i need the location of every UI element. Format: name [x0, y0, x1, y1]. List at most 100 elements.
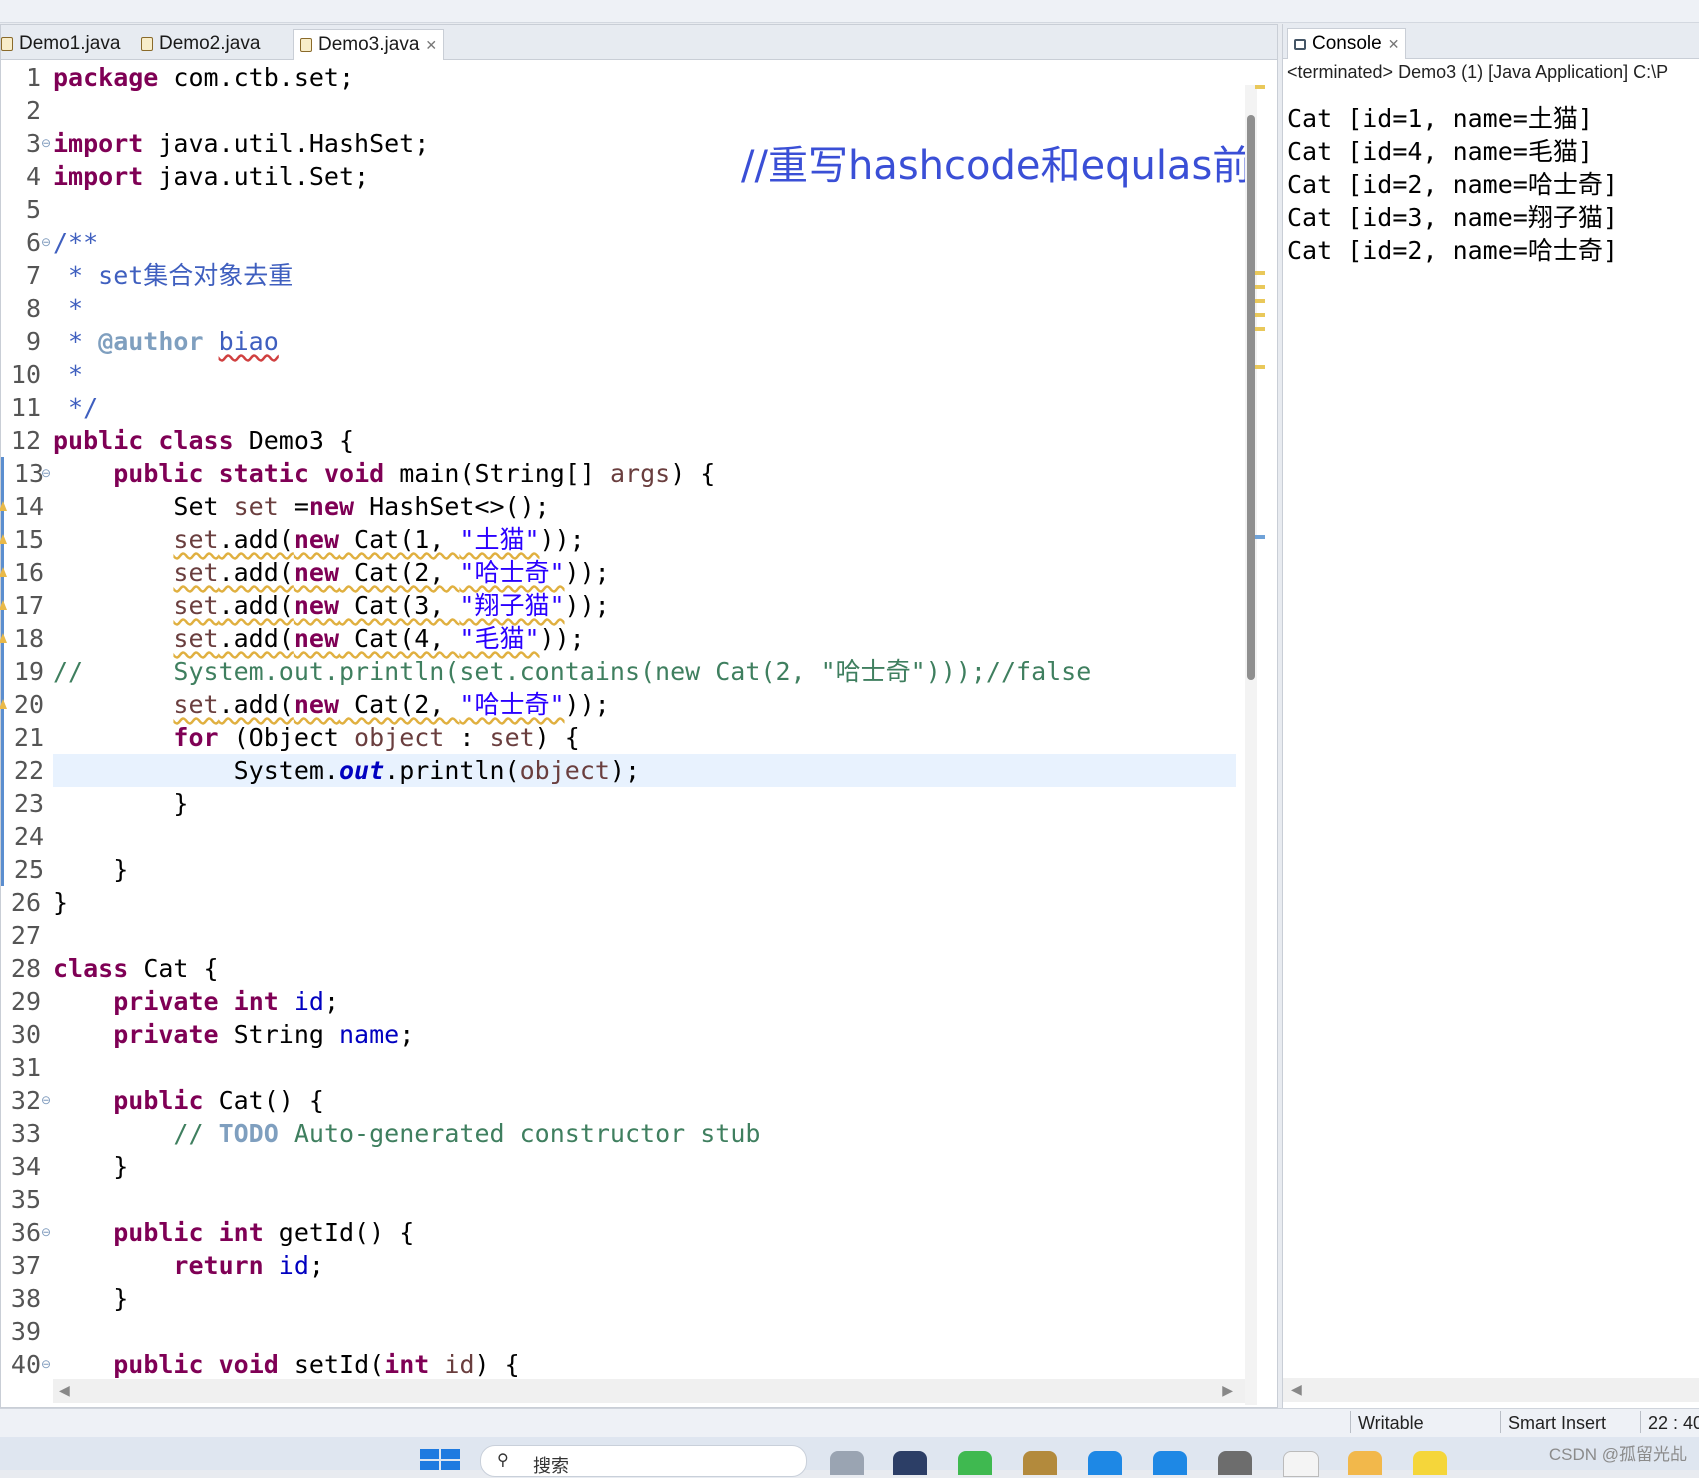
tab-demo1[interactable]: Demo1.java	[1, 29, 120, 59]
scroll-right-icon[interactable]: ▶	[1222, 1382, 1233, 1399]
code-line-30[interactable]: private String name;	[53, 1018, 1236, 1051]
code-line-20[interactable]: set.add(new Cat(2, "哈士奇"));	[53, 688, 1236, 721]
fold-collapse-icon[interactable]: ⊖	[41, 226, 51, 259]
code-line-9[interactable]: * @author biao	[53, 325, 1236, 358]
console-process-status: <terminated> Demo3 (1) [Java Application…	[1287, 62, 1669, 82]
code-line-21[interactable]: for (Object object : set) {	[53, 721, 1236, 754]
code-line-13[interactable]: public static void main(String[] args) {	[53, 457, 1236, 490]
line-number: 30	[10, 1020, 41, 1049]
line-number: 3	[25, 129, 41, 158]
eclipse-app-icon[interactable]	[893, 1451, 927, 1475]
editor-tab-bar: Demo1.java Demo2.java Demo3.java ✕	[1, 25, 1277, 60]
tab-demo3[interactable]: Demo3.java ✕	[293, 29, 445, 60]
code-line-40[interactable]: public void setId(int id) {	[53, 1348, 1236, 1381]
code-line-1[interactable]: package com.ctb.set;	[53, 61, 1236, 94]
code-line-19[interactable]: // System.out.println(set.contains(new C…	[53, 655, 1236, 688]
code-line-7[interactable]: * set集合对象去重	[53, 259, 1236, 292]
line-number: 25	[1, 853, 44, 886]
fold-collapse-icon[interactable]: ⊖	[41, 1216, 51, 1249]
code-line-12[interactable]: public class Demo3 {	[53, 424, 1236, 457]
taskbar-search-box[interactable]: ⚲ 搜索	[480, 1445, 807, 1477]
line-number: 18	[1, 622, 44, 655]
wechat-app-icon[interactable]	[958, 1451, 992, 1475]
text-app-icon[interactable]	[1283, 1451, 1319, 1477]
code-line-38[interactable]: }	[53, 1282, 1236, 1315]
scroll-left-icon[interactable]: ◀	[59, 1382, 70, 1399]
close-icon[interactable]: ✕	[425, 37, 437, 54]
warning-marker[interactable]	[1255, 327, 1265, 331]
warning-marker[interactable]	[1255, 299, 1265, 303]
cursor-marker[interactable]	[1255, 535, 1265, 539]
warning-marker[interactable]	[1255, 313, 1265, 317]
tab-console[interactable]: Console ✕	[1287, 28, 1407, 59]
code-text-area[interactable]: package com.ctb.set; import java.util.Ha…	[53, 61, 1236, 1401]
code-line-28[interactable]: class Cat {	[53, 952, 1236, 985]
java-file-icon	[141, 37, 153, 51]
line-number: 40	[10, 1350, 41, 1379]
line-number: 29	[10, 987, 41, 1016]
line-number: 36	[10, 1218, 41, 1247]
browser-app-icon[interactable]	[1153, 1451, 1187, 1475]
settings-app-icon[interactable]	[1218, 1451, 1252, 1475]
line-number: 9	[25, 327, 41, 356]
code-line-34[interactable]: }	[53, 1150, 1236, 1183]
cursor-position[interactable]: 22 : 40	[1648, 1413, 1699, 1434]
insert-mode-status[interactable]: Smart Insert	[1508, 1413, 1606, 1434]
code-line-36[interactable]: public int getId() {	[53, 1216, 1236, 1249]
close-icon[interactable]: ✕	[1388, 36, 1400, 53]
line-number: 6	[25, 228, 41, 257]
java-editor[interactable]: Demo1.java Demo2.java Demo3.java ✕ 1 2 3…	[0, 24, 1278, 1408]
fold-collapse-icon[interactable]: ⊖	[41, 1084, 51, 1117]
line-number: 8	[25, 294, 41, 323]
code-line-32[interactable]: public Cat() {	[53, 1084, 1236, 1117]
code-line-23[interactable]: }	[53, 787, 1236, 820]
code-line-14[interactable]: Set set =new HashSet<>();	[53, 490, 1236, 523]
warning-marker[interactable]	[1255, 365, 1265, 369]
status-bar: Writable Smart Insert 22 : 40	[0, 1408, 1699, 1437]
code-line-11[interactable]: */	[53, 391, 1236, 424]
console-horizontal-scrollbar[interactable]: ◀	[1283, 1378, 1699, 1402]
code-line-8[interactable]: *	[53, 292, 1236, 325]
line-number: 23	[1, 787, 44, 820]
windows-start-icon[interactable]	[420, 1449, 460, 1470]
code-line-29[interactable]: private int id;	[53, 985, 1236, 1018]
warning-marker[interactable]	[1255, 85, 1265, 89]
folder-app-icon[interactable]	[1348, 1451, 1382, 1475]
explorer-app-icon[interactable]	[1023, 1451, 1057, 1475]
code-line-15[interactable]: set.add(new Cat(1, "土猫"));	[53, 523, 1236, 556]
scroll-left-icon[interactable]: ◀	[1291, 1381, 1302, 1398]
editor-horizontal-scrollbar[interactable]: ◀ ▶	[53, 1379, 1245, 1403]
tab-label: Demo1.java	[19, 33, 121, 54]
code-line-17[interactable]: set.add(new Cat(3, "翔子猫"));	[53, 589, 1236, 622]
code-line-25[interactable]: }	[53, 853, 1236, 886]
warning-marker[interactable]	[1255, 271, 1265, 275]
tab-demo2[interactable]: Demo2.java	[141, 29, 260, 59]
code-line-6[interactable]: /**	[53, 226, 1236, 259]
warning-marker[interactable]	[1255, 285, 1265, 289]
code-line-16[interactable]: set.add(new Cat(2, "哈士奇"));	[53, 556, 1236, 589]
line-number: 2	[25, 96, 41, 125]
fold-collapse-icon[interactable]: ⊖	[41, 1348, 51, 1381]
line-number: 26	[10, 888, 41, 917]
code-line-26[interactable]: }	[53, 886, 1236, 919]
code-line-22-current[interactable]: System.out.println(object);	[53, 754, 1236, 787]
console-view[interactable]: Console ✕ <terminated> Demo3 (1) [Java A…	[1282, 24, 1699, 1408]
edge-app-icon[interactable]	[1088, 1451, 1122, 1475]
csdn-watermark: CSDN @孤留光乩	[1548, 1445, 1687, 1464]
code-line-10[interactable]: *	[53, 358, 1236, 391]
line-number: 20	[1, 688, 44, 721]
taskview-icon[interactable]	[830, 1451, 864, 1475]
code-line-33[interactable]: // TODO Auto-generated constructor stub	[53, 1117, 1236, 1150]
tab-label: Demo3.java	[318, 34, 420, 55]
line-number: 32	[10, 1086, 41, 1115]
fold-collapse-icon[interactable]: ⊖	[41, 457, 51, 490]
console-icon	[1294, 38, 1306, 50]
line-number: 14	[1, 490, 44, 523]
window-top-strip	[0, 0, 1699, 23]
overview-ruler[interactable]	[1253, 85, 1267, 1395]
code-line-18[interactable]: set.add(new Cat(4, "毛猫"));	[53, 622, 1236, 655]
java-file-icon	[1, 37, 13, 51]
code-line-37[interactable]: return id;	[53, 1249, 1236, 1282]
notes-app-icon[interactable]	[1413, 1451, 1447, 1475]
fold-collapse-icon[interactable]: ⊖	[41, 127, 51, 160]
